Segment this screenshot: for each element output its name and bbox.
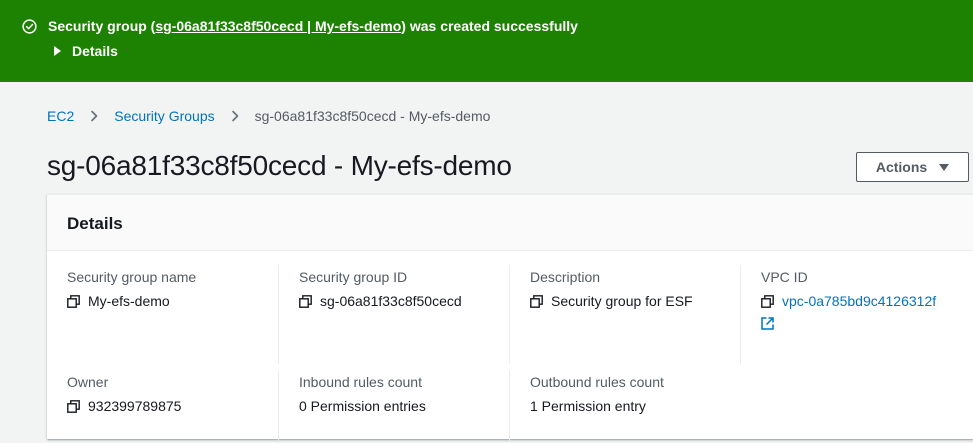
vpc-id-link[interactable]: vpc-0a785bd9c4126312f xyxy=(782,293,936,309)
field-value: 932399789875 xyxy=(67,398,297,414)
chevron-right-icon xyxy=(231,110,238,122)
field-vpc-id: VPC ID vpc-0a785bd9c4126312f xyxy=(740,265,971,364)
caret-down-icon xyxy=(939,163,950,171)
details-panel-title: Details xyxy=(67,214,123,233)
field-label: Owner xyxy=(67,374,109,390)
copy-icon[interactable] xyxy=(67,399,80,413)
owner-value: 932399789875 xyxy=(88,398,182,414)
field-value: sg-06a81f33c8f50cecd xyxy=(299,293,529,309)
field-value: vpc-0a785bd9c4126312f xyxy=(761,293,971,309)
actions-button-label: Actions xyxy=(875,159,928,175)
field-security-group-id: Security group ID sg-06a81f33c8f50cecd xyxy=(278,265,529,364)
breadcrumb: EC2 Security Groups sg-06a81f33c8f50cecd… xyxy=(47,108,490,124)
field-outbound-rules-count: Outbound rules count 1 Permission entry xyxy=(509,370,760,443)
caret-right-icon xyxy=(54,46,61,56)
field-label: Security group name xyxy=(67,269,197,285)
success-flash-banner: Security group (sg-06a81f33c8f50cecd | M… xyxy=(0,0,973,82)
breadcrumb-current: sg-06a81f33c8f50cecd - My-efs-demo xyxy=(254,108,491,124)
breadcrumb-security-groups[interactable]: Security Groups xyxy=(114,108,214,124)
page-title: sg-06a81f33c8f50cecd - My-efs-demo xyxy=(47,150,512,181)
field-label: Outbound rules count xyxy=(530,374,664,390)
field-security-group-name: Security group name My-efs-demo xyxy=(67,269,297,309)
copy-icon[interactable] xyxy=(299,294,312,308)
field-label: Inbound rules count xyxy=(299,374,422,390)
field-value: Security group for ESF xyxy=(530,293,760,309)
flash-details-toggle[interactable]: Details xyxy=(54,43,118,59)
field-value: My-efs-demo xyxy=(67,293,297,309)
inbound-rules-count-value: 0 Permission entries xyxy=(299,398,426,414)
details-panel-header: Details xyxy=(47,195,973,251)
description-value: Security group for ESF xyxy=(551,293,693,309)
copy-icon[interactable] xyxy=(761,294,774,308)
security-group-id-value: sg-06a81f33c8f50cecd xyxy=(320,293,462,309)
field-label: Description xyxy=(530,269,601,285)
chevron-right-icon xyxy=(91,110,98,122)
actions-button[interactable]: Actions xyxy=(856,152,969,182)
field-value: 1 Permission entry xyxy=(530,398,760,414)
field-owner: Owner 932399789875 xyxy=(67,374,297,414)
flash-message-suffix: ) was created successfully xyxy=(401,18,578,34)
external-link-icon[interactable] xyxy=(761,317,774,330)
flash-message-row: Security group (sg-06a81f33c8f50cecd | M… xyxy=(22,18,578,34)
check-circle-icon xyxy=(22,18,37,34)
field-label: VPC ID xyxy=(761,269,808,285)
flash-message-prefix: Security group ( xyxy=(48,18,156,34)
field-label: Security group ID xyxy=(299,269,408,285)
outbound-rules-count-value: 1 Permission entry xyxy=(530,398,646,414)
copy-icon[interactable] xyxy=(67,294,80,308)
security-group-name-value: My-efs-demo xyxy=(88,293,170,309)
flash-details-label: Details xyxy=(72,43,118,59)
field-inbound-rules-count: Inbound rules count 0 Permission entries xyxy=(278,370,529,443)
details-panel: Details Security group name My-efs-demo … xyxy=(47,194,973,443)
field-value: 0 Permission entries xyxy=(299,398,529,414)
copy-icon[interactable] xyxy=(530,294,543,308)
security-group-link[interactable]: sg-06a81f33c8f50cecd | My-efs-demo xyxy=(155,18,401,34)
flash-message: Security group (sg-06a81f33c8f50cecd | M… xyxy=(48,18,578,34)
field-description: Description Security group for ESF xyxy=(509,265,760,364)
breadcrumb-ec2[interactable]: EC2 xyxy=(47,108,74,124)
